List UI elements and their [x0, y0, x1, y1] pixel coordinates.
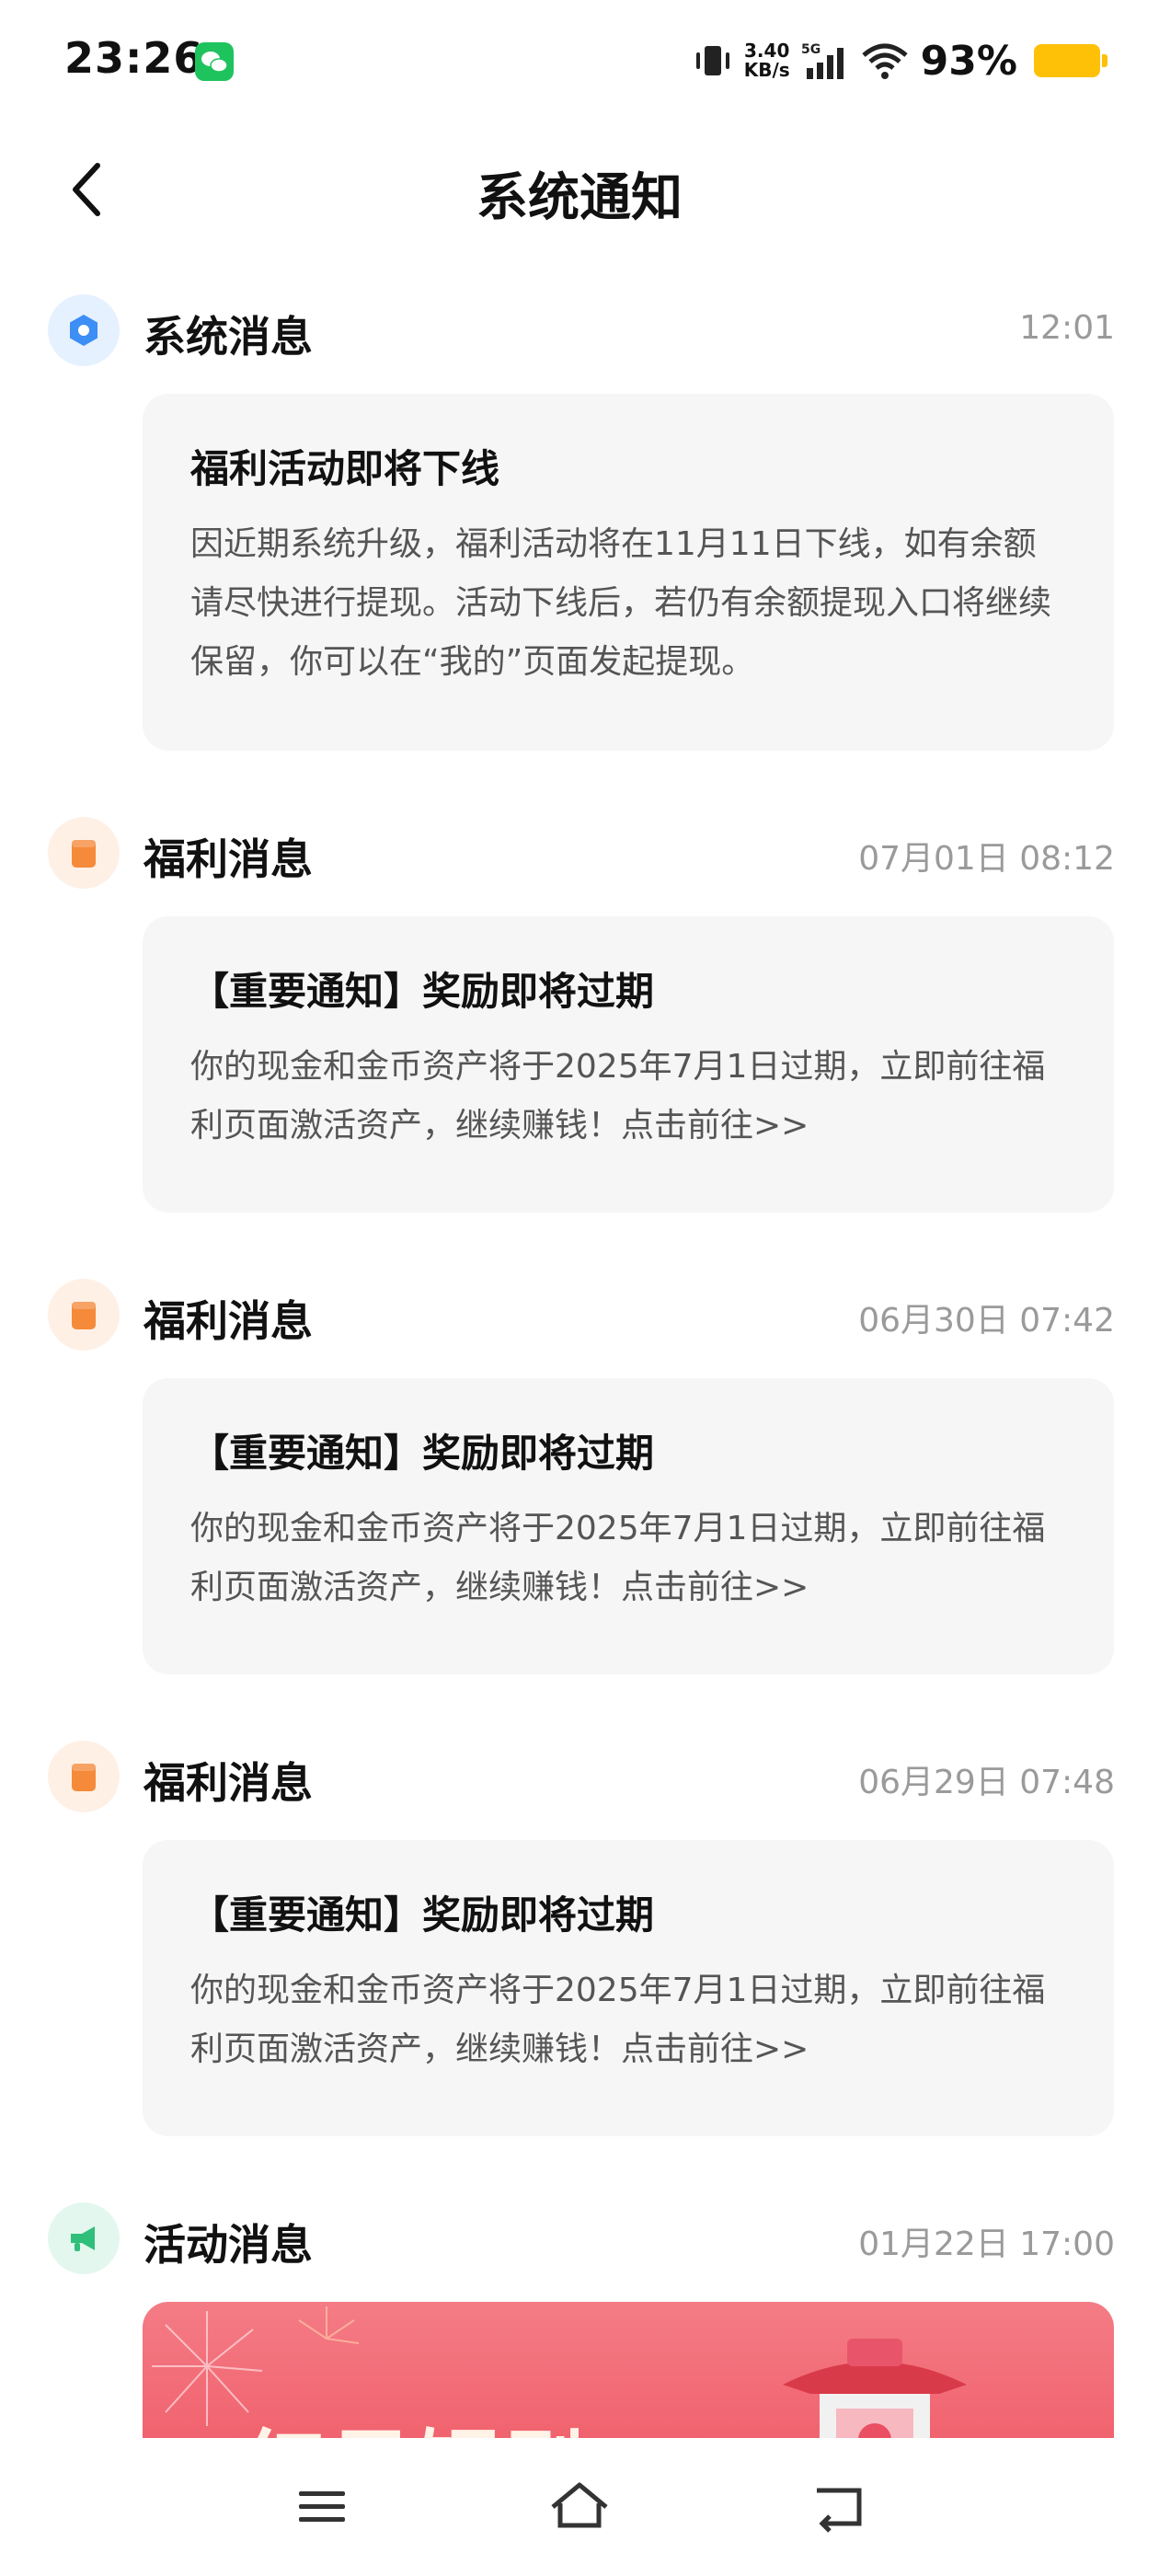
network-type-label: 5G: [801, 42, 820, 57]
welfare-icon: [48, 1279, 120, 1351]
vibrate-icon: [695, 46, 729, 75]
pavilion-illustration: [783, 2339, 967, 2438]
status-bar: 23:26 3.40 KB/s 5G 93%: [0, 0, 1159, 129]
message-time: 06月29日 07:48: [858, 1764, 1115, 1801]
message-time: 12:01: [1019, 309, 1115, 347]
status-indicators: 3.40 KB/s 5G 93%: [693, 33, 1107, 88]
message-body: 你的现金和金币资产将于2025年7月1日过期，立即前往福利页面激活资产，继续赚钱…: [190, 1510, 1046, 1606]
message-type-label: 福利消息: [143, 1758, 313, 1808]
network-speed-unit: KB/s: [743, 59, 790, 81]
message-title: 【重要通知】奖励即将过期: [190, 1431, 655, 1476]
network-speed-value: 3.40: [744, 40, 790, 62]
message-header: 福利消息 06月29日 07:48: [48, 1741, 1115, 1814]
battery-percentage: 93%: [920, 37, 1017, 85]
message-type-label: 系统消息: [143, 312, 313, 362]
navigation-bar: 系统通知: [0, 129, 1159, 248]
message-time: 07月01日 08:12: [858, 840, 1115, 878]
welfare-icon: [48, 1741, 120, 1812]
message-time: 06月30日 07:42: [858, 1302, 1115, 1340]
welfare-icon: [48, 817, 120, 889]
megaphone-icon: [48, 2202, 120, 2274]
message-type-label: 活动消息: [143, 2220, 313, 2270]
notification-list[interactable]: 系统消息 12:01 福利活动即将下线 因近期系统升级，福利活动将在11月11日…: [0, 248, 1159, 2438]
network-speed: 3.40 KB/s: [744, 41, 790, 80]
system-gear-icon: [48, 294, 120, 366]
menu-icon: [299, 2491, 345, 2522]
banner-title: 红果短剧: [244, 2403, 590, 2438]
battery-icon: [1034, 44, 1107, 77]
wifi-icon: [862, 43, 908, 79]
message-header: 福利消息 06月30日 07:42: [48, 1279, 1115, 1352]
message-time: 01月22日 17:00: [858, 2225, 1115, 2263]
message-title: 福利活动即将下线: [190, 446, 500, 491]
message-header: 活动消息 01月22日 17:00: [48, 2202, 1115, 2276]
home-icon: [551, 2482, 608, 2528]
page-title: 系统通知: [476, 168, 683, 228]
message-card[interactable]: 【重要通知】奖励即将过期 你的现金和金币资产将于2025年7月1日过期，立即前往…: [143, 1378, 1114, 1674]
message-header: 福利消息 07月01日 08:12: [48, 817, 1115, 891]
home-button[interactable]: [543, 2475, 616, 2539]
system-back-button[interactable]: [802, 2475, 876, 2539]
message-body: 你的现金和金币资产将于2025年7月1日过期，立即前往福利页面激活资产，继续赚钱…: [190, 1048, 1046, 1144]
signal-5g-icon: 5G: [801, 42, 843, 79]
system-navigation-bar: [0, 2438, 1159, 2576]
message-body: 你的现金和金币资产将于2025年7月1日过期，立即前往福利页面激活资产，继续赚钱…: [190, 1972, 1046, 2068]
menu-button[interactable]: [285, 2475, 359, 2539]
message-type-label: 福利消息: [143, 1296, 313, 1346]
message-card[interactable]: 福利活动即将下线 因近期系统升级，福利活动将在11月11日下线，如有余额请尽快进…: [143, 394, 1114, 751]
message-card[interactable]: 【重要通知】奖励即将过期 你的现金和金币资产将于2025年7月1日过期，立即前往…: [143, 916, 1114, 1213]
message-type-label: 福利消息: [143, 834, 313, 884]
message-body: 因近期系统升级，福利活动将在11月11日下线，如有余额请尽快进行提现。活动下线后…: [190, 525, 1052, 681]
message-card[interactable]: 【重要通知】奖励即将过期 你的现金和金币资产将于2025年7月1日过期，立即前往…: [143, 1840, 1114, 2136]
message-title: 【重要通知】奖励即将过期: [190, 1892, 655, 1938]
activity-banner[interactable]: 红果短剧: [143, 2302, 1114, 2438]
back-icon: [817, 2488, 862, 2533]
status-time: 23:26: [64, 33, 204, 83]
wechat-notification-icon: [195, 42, 234, 81]
message-header: 系统消息 12:01: [48, 294, 1115, 368]
message-title: 【重要通知】奖励即将过期: [190, 969, 655, 1014]
